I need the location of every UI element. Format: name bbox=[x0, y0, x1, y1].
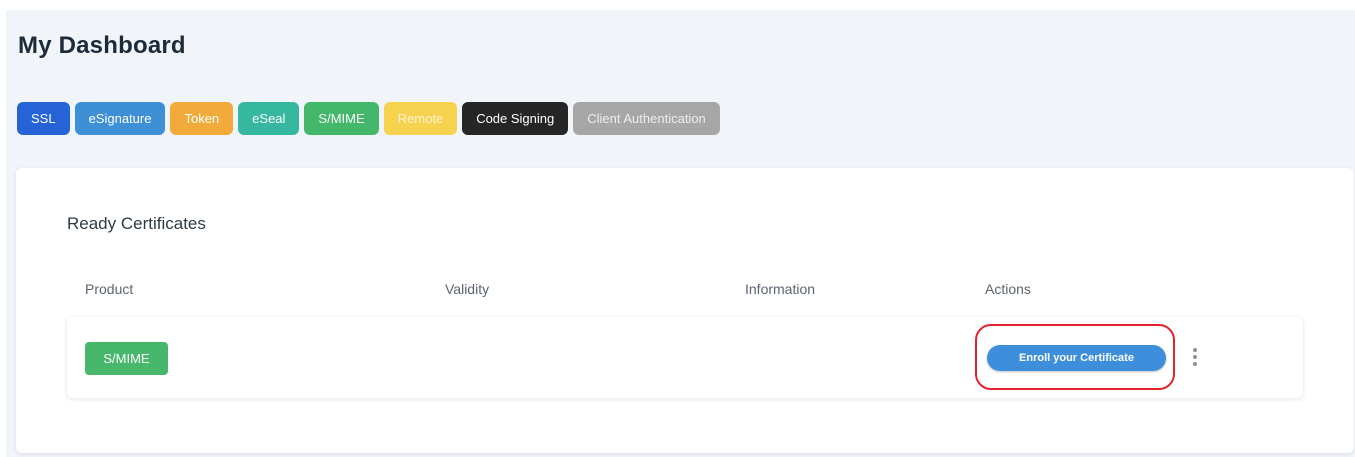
tab-ssl[interactable]: SSL bbox=[17, 102, 70, 135]
enroll-certificate-button[interactable]: Enroll your Certificate bbox=[987, 345, 1166, 371]
page-title: My Dashboard bbox=[18, 32, 186, 59]
tab-code-signing[interactable]: Code Signing bbox=[462, 102, 569, 135]
ready-certificates-card: Ready Certificates Product Validity Info… bbox=[16, 168, 1354, 453]
tab-token[interactable]: Token bbox=[170, 102, 234, 135]
table-row: S/MIME Enroll your Certificate bbox=[67, 317, 1303, 398]
kebab-menu-icon[interactable] bbox=[1187, 345, 1203, 369]
tab-remote[interactable]: Remote bbox=[383, 102, 458, 135]
product-badge: S/MIME bbox=[85, 342, 168, 375]
column-header-product: Product bbox=[85, 281, 134, 297]
tab-esignature[interactable]: eSignature bbox=[74, 102, 166, 135]
dashboard-page: My Dashboard SSL eSignature Token eSeal … bbox=[6, 10, 1355, 457]
card-title: Ready Certificates bbox=[67, 214, 206, 233]
certificate-type-tabs: SSL eSignature Token eSeal S/MIME Remote… bbox=[17, 102, 720, 135]
tab-smime[interactable]: S/MIME bbox=[304, 102, 379, 135]
column-header-information: Information bbox=[745, 281, 816, 297]
tab-eseal[interactable]: eSeal bbox=[238, 102, 300, 135]
column-header-validity: Validity bbox=[445, 281, 490, 297]
tab-client-authentication[interactable]: Client Authentication bbox=[573, 102, 720, 135]
column-header-actions: Actions bbox=[985, 281, 1031, 297]
